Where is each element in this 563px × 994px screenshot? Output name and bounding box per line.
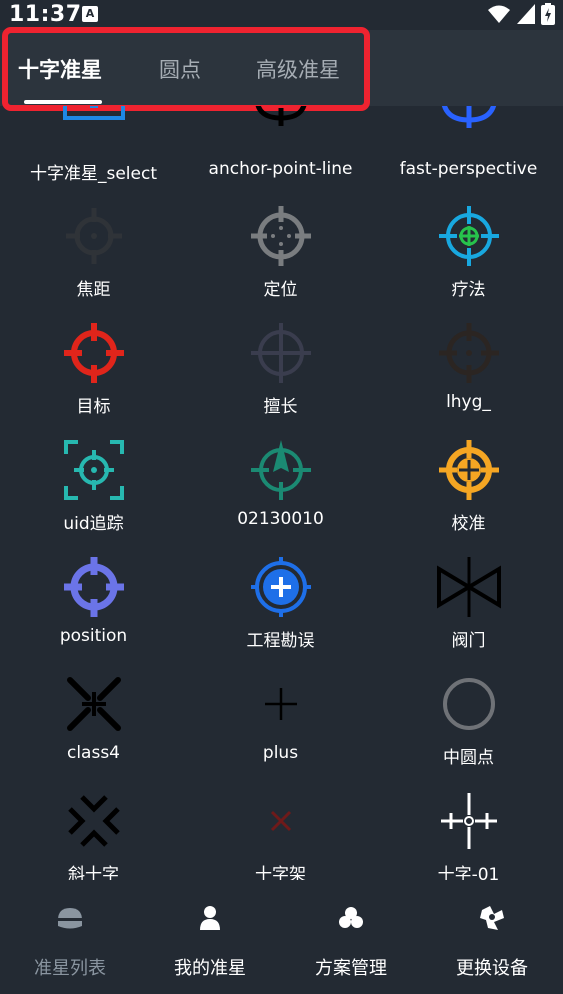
notification-app-icon: A bbox=[82, 6, 98, 22]
plus-icon bbox=[264, 688, 297, 720]
tab-crosshair[interactable]: 十字准星 bbox=[18, 30, 102, 106]
device-icon bbox=[480, 906, 504, 930]
small-x-icon bbox=[270, 810, 291, 832]
grid-item[interactable]: 阀门 bbox=[375, 546, 562, 663]
engineering-plus-icon bbox=[250, 557, 311, 617]
user-icon bbox=[200, 906, 220, 930]
nav-change-device[interactable]: 更换设备 bbox=[422, 880, 562, 994]
grid-item[interactable]: class4 bbox=[0, 663, 187, 780]
grid-item-label: 疗法 bbox=[451, 280, 486, 300]
grid-item-label: 阀门 bbox=[451, 631, 486, 651]
grid-item-label: 02130010 bbox=[237, 509, 324, 529]
grid-item[interactable]: 中圆点 bbox=[375, 663, 562, 780]
grid-item-label: 定位 bbox=[263, 280, 298, 300]
grid-item-label: anchor-point-line bbox=[208, 159, 353, 179]
crosshair-list-icon bbox=[58, 908, 82, 929]
grid-item[interactable]: 疗法 bbox=[375, 195, 562, 312]
grid-item[interactable]: 斜十字 bbox=[0, 780, 187, 880]
arrow-crosshair-icon bbox=[250, 440, 311, 500]
grid-item[interactable]: 目标 bbox=[0, 312, 187, 429]
valve-icon bbox=[436, 557, 501, 617]
status-icons bbox=[487, 3, 555, 25]
category-tabbar: 十字准星 圆点 高级准星 bbox=[0, 30, 563, 106]
nav-my-crosshair[interactable]: 我的准星 bbox=[140, 880, 280, 994]
grid-item-label: 目标 bbox=[76, 397, 111, 417]
grid-item[interactable]: 十字准星_select bbox=[0, 106, 187, 195]
grid-item[interactable]: 擅长 bbox=[187, 312, 374, 429]
grid-item-label: 校准 bbox=[451, 514, 486, 534]
position-crosshair-icon bbox=[63, 557, 124, 617]
grid-item-label: fast-perspective bbox=[399, 159, 538, 179]
scheme-icon bbox=[339, 907, 363, 928]
expert-crosshair-icon bbox=[250, 323, 311, 383]
grid-item[interactable]: 十字-01 bbox=[375, 780, 562, 880]
grid-item[interactable]: 十字架 bbox=[187, 780, 374, 880]
anchor-point-line-icon bbox=[255, 106, 306, 126]
grid-item-label: uid追踪 bbox=[63, 514, 124, 534]
nav-label: 方案管理 bbox=[315, 958, 387, 979]
grid-item[interactable]: lhyg_ bbox=[375, 312, 562, 429]
uid-tracking-icon bbox=[63, 440, 124, 500]
grid-item[interactable]: 工程勘误 bbox=[187, 546, 374, 663]
grid-item[interactable]: plus bbox=[187, 663, 374, 780]
grid-item-label: 十字架 bbox=[255, 865, 306, 880]
grid-item-label: 斜十字 bbox=[68, 865, 119, 880]
focus-crosshair-icon bbox=[65, 208, 122, 264]
status-time: 11:37 bbox=[9, 2, 82, 27]
grid-item-label: lhyg_ bbox=[446, 392, 491, 412]
grid-item-label: 中圆点 bbox=[443, 748, 494, 768]
crosshair-select-icon bbox=[62, 106, 125, 120]
status-bar: 11:37 A bbox=[0, 0, 563, 30]
grid-item[interactable]: 焦距 bbox=[0, 195, 187, 312]
fast-perspective-icon bbox=[441, 106, 496, 128]
wifi-icon bbox=[488, 5, 510, 23]
grid-item[interactable]: 校准 bbox=[375, 429, 562, 546]
grid-item[interactable]: 02130010 bbox=[187, 429, 374, 546]
grid-item-label: plus bbox=[262, 743, 299, 763]
nav-label: 准星列表 bbox=[34, 958, 106, 979]
nav-label: 我的准星 bbox=[174, 958, 246, 979]
grid-item[interactable]: fast-perspective bbox=[375, 106, 562, 195]
grid-item[interactable]: 定位 bbox=[187, 195, 374, 312]
bottom-navigation: 准星列表 我的准星 方案管理 更换设备 bbox=[0, 880, 563, 994]
battery-icon bbox=[541, 3, 555, 25]
active-tab-indicator bbox=[24, 100, 102, 104]
crosshair-grid: 十字准星_select anchor-point-line fast-persp… bbox=[0, 106, 563, 880]
nav-label: 更换设备 bbox=[456, 958, 528, 979]
nav-crosshair-list[interactable]: 准星列表 bbox=[0, 880, 140, 994]
class4-x-icon bbox=[66, 677, 121, 731]
therapy-crosshair-icon bbox=[438, 206, 499, 266]
medium-circle-icon bbox=[442, 678, 495, 730]
nav-scheme-management[interactable]: 方案管理 bbox=[281, 880, 421, 994]
grid-item-label: 焦距 bbox=[76, 280, 111, 300]
tab-advanced-crosshair[interactable]: 高级准星 bbox=[256, 30, 340, 106]
locate-crosshair-icon bbox=[250, 206, 311, 266]
grid-item-label: 十字-01 bbox=[437, 865, 500, 880]
cellular-signal-icon bbox=[517, 4, 535, 24]
cross-01-icon bbox=[440, 793, 497, 849]
target-crosshair-icon bbox=[63, 323, 124, 383]
diagonal-cross-icon bbox=[67, 795, 120, 847]
calibrate-crosshair-icon bbox=[438, 440, 499, 500]
grid-item-label: 十字准星_select bbox=[29, 164, 157, 184]
tab-dot[interactable]: 圆点 bbox=[159, 30, 201, 106]
grid-item[interactable]: position bbox=[0, 546, 187, 663]
grid-item-label: 工程勘误 bbox=[246, 631, 315, 651]
grid-item-label: 擅长 bbox=[263, 397, 298, 417]
grid-item[interactable]: uid追踪 bbox=[0, 429, 187, 546]
grid-item-label: position bbox=[59, 626, 128, 646]
grid-item[interactable]: anchor-point-line bbox=[187, 106, 374, 195]
lhyg-crosshair-icon bbox=[438, 323, 499, 383]
grid-item-label: class4 bbox=[66, 743, 121, 763]
